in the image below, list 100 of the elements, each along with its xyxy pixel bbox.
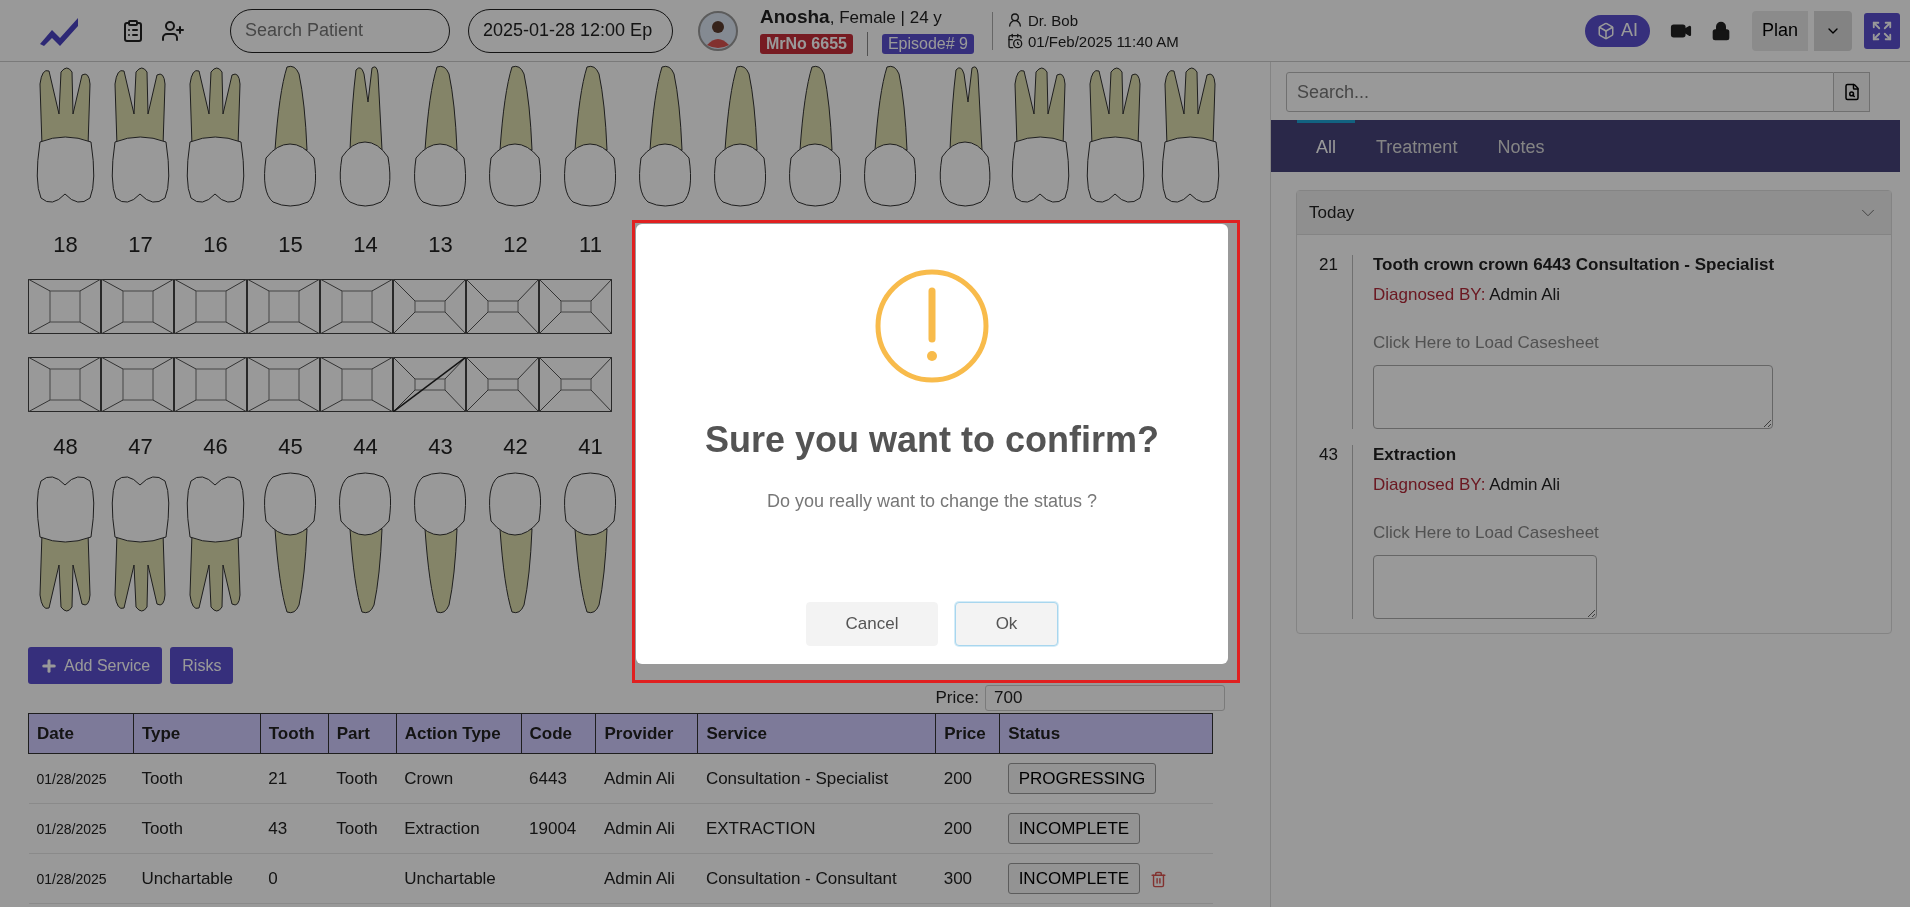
column-header: Service: [697, 713, 936, 754]
tooth-surface-chart[interactable]: [466, 357, 539, 412]
status-button[interactable]: PROGRESSING: [1007, 763, 1157, 794]
risks-button[interactable]: Risks: [170, 647, 234, 684]
fullscreen-button[interactable]: [1864, 12, 1900, 49]
tooth-surface-chart[interactable]: [101, 279, 174, 334]
search-icon: [1842, 83, 1861, 101]
table-cell: 0: [260, 853, 329, 904]
tooth-number: 16: [202, 231, 229, 259]
expand-icon: [1871, 19, 1893, 42]
tooth-number: 42: [502, 433, 529, 461]
table-cell: 21: [260, 753, 329, 804]
tab[interactable]: All: [1297, 120, 1355, 172]
tooth-surface-chart[interactable]: [320, 357, 393, 412]
casesheet-link[interactable]: Click Here to Load Casesheet: [1373, 333, 1775, 353]
episode-badge: Episode# 9: [881, 33, 974, 54]
tooth-surface-chart[interactable]: [539, 357, 612, 412]
doctor-name: Dr. Bob: [1028, 11, 1078, 29]
tooth-surface-chart[interactable]: [466, 279, 539, 334]
note-field[interactable]: [1373, 365, 1773, 429]
tooth-number: 43: [427, 433, 454, 461]
table-cell: Admin Ali: [595, 853, 698, 904]
warning-icon: [875, 269, 989, 383]
group-title: Today: [1309, 202, 1355, 223]
status-button[interactable]: INCOMPLETE: [1007, 863, 1141, 894]
tooth-surface-chart[interactable]: [28, 279, 101, 334]
table-cell: Tooth: [328, 803, 397, 854]
table-cell: Consultation - Specialist: [697, 753, 936, 804]
status-button[interactable]: INCOMPLETE: [1007, 813, 1141, 844]
tooth-surface-chart[interactable]: [174, 279, 247, 334]
table-cell: Tooth: [133, 803, 261, 854]
plus-icon: [40, 656, 58, 675]
tooth-surface-chart[interactable]: [539, 279, 612, 334]
search-button[interactable]: [1834, 72, 1870, 112]
column-header: Date: [28, 713, 134, 754]
patient-name: Anosha, Female | 24 y: [760, 5, 943, 28]
table-cell: 6443: [521, 753, 596, 804]
cube-icon: [1596, 21, 1615, 40]
tooth-surface-chart[interactable]: [320, 279, 393, 334]
table-cell: Admin Ali: [595, 753, 698, 804]
dialog-button[interactable]: Ok: [955, 602, 1058, 646]
column-header: Status: [999, 713, 1213, 754]
search-field[interactable]: Search...: [1286, 72, 1834, 112]
tooth-number: 14: [352, 231, 379, 259]
table-cell: 300: [935, 853, 1000, 904]
table-cell: 01/28/2025: [28, 753, 134, 804]
tooth-surface-chart[interactable]: [247, 357, 320, 412]
table-cell: 200: [935, 803, 1000, 854]
price-label: Price:: [935, 687, 979, 709]
avatar-icon: [698, 10, 738, 51]
tooth-number: 44: [352, 433, 379, 461]
tooth-number: 45: [277, 433, 304, 461]
column-header: Part: [328, 713, 397, 754]
mrno-badge: MrNo 6655: [760, 33, 853, 54]
tooth-surface-chart[interactable]: [393, 279, 466, 334]
column-header: Type: [133, 713, 261, 754]
tooth-number: 47: [127, 433, 154, 461]
tooth-surface-chart[interactable]: [247, 279, 320, 334]
price-field[interactable]: 700: [985, 685, 1225, 711]
add-service-button[interactable]: Add Service: [28, 647, 163, 684]
table-cell: Tooth: [133, 753, 261, 804]
casesheet-link[interactable]: Click Here to Load Casesheet: [1373, 523, 1599, 543]
tooth-surface-chart[interactable]: [393, 357, 466, 412]
tab[interactable]: Notes: [1478, 120, 1564, 172]
table-cell: Unchartable: [396, 853, 522, 904]
table-cell: Tooth: [328, 753, 397, 804]
tooth-surface-chart[interactable]: [28, 357, 101, 412]
plan-button[interactable]: Plan: [1751, 10, 1808, 51]
column-header: Price: [935, 713, 1000, 754]
table-cell: Consultation - Consultant: [697, 853, 936, 904]
tab[interactable]: Treatment: [1357, 120, 1477, 172]
table-cell: 19004: [521, 803, 596, 854]
dialog-message: Do you really want to change the status ?: [766, 491, 1098, 512]
tooth-number: 21: [1318, 255, 1339, 276]
dialog-button[interactable]: Cancel: [806, 602, 938, 646]
visit-datetime: 01/Feb/2025 11:40 AM: [1028, 32, 1179, 50]
tooth-number: 18: [52, 231, 79, 259]
calendar-icon: [1007, 33, 1023, 49]
delete-icon[interactable]: [1150, 870, 1168, 888]
column-header: Action Type: [396, 713, 522, 754]
ai-button[interactable]: AI: [1584, 14, 1650, 47]
tooth-number: 17: [127, 231, 154, 259]
tooth-surface-chart[interactable]: [101, 357, 174, 412]
table-cell: Extraction: [396, 803, 522, 854]
table-cell: 01/28/2025: [28, 853, 134, 904]
card-header[interactable]: Today: [1297, 191, 1891, 235]
entry-title: Extraction: [1373, 445, 1458, 465]
tooth-number: 43: [1318, 445, 1339, 466]
tooth-number: 41: [577, 433, 604, 461]
table-cell: 200: [935, 753, 1000, 804]
tooth-number: 12: [502, 231, 529, 259]
tooth-number: 46: [202, 433, 229, 461]
diagnosed-by: Diagnosed BY: Admin Ali: [1373, 285, 1562, 305]
tooth-surface-chart[interactable]: [174, 357, 247, 412]
diagnosed-by: Diagnosed BY: Admin Ali: [1373, 475, 1562, 495]
table-cell: Unchartable: [133, 853, 261, 904]
tooth-number: 13: [427, 231, 454, 259]
column-header: Code: [521, 713, 596, 754]
tooth-number: 15: [277, 231, 304, 259]
note-field[interactable]: [1373, 555, 1597, 619]
